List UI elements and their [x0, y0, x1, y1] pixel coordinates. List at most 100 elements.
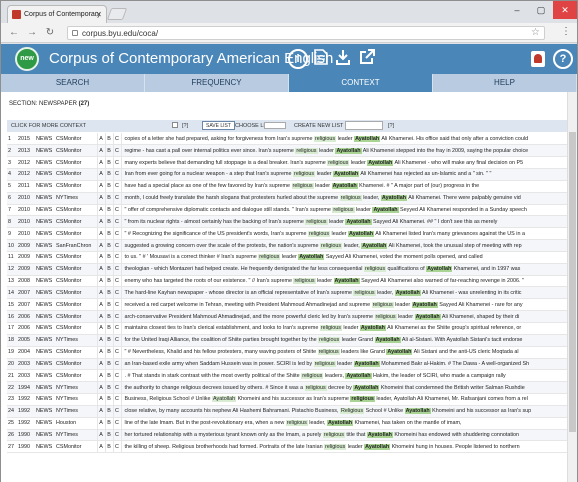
row-link-c[interactable]: C — [112, 429, 121, 442]
row-link-c[interactable]: C — [112, 381, 121, 395]
row-source[interactable]: NYTimes — [55, 429, 97, 442]
reload-icon[interactable]: ↻ — [43, 26, 57, 40]
row-source[interactable]: CSMonitor — [55, 251, 97, 264]
row-source[interactable]: Houston — [55, 417, 97, 430]
row-source[interactable]: CSMonitor — [55, 263, 97, 276]
scrollbar-thumb[interactable] — [569, 132, 576, 432]
row-link-c[interactable]: C — [112, 393, 121, 406]
row-link-a[interactable]: A — [96, 239, 105, 252]
row-context[interactable]: " # Nevertheless, Khalid and his fellow … — [120, 346, 567, 359]
row-source[interactable]: NYTimes — [55, 381, 97, 395]
row-link-a[interactable]: A — [96, 298, 105, 312]
row-link-a[interactable]: A — [96, 381, 105, 395]
row-link-a[interactable]: A — [96, 346, 105, 359]
select-all-checkbox[interactable] — [172, 122, 178, 128]
tab-help[interactable]: HELP — [433, 74, 577, 92]
row-source[interactable]: NYTimes — [55, 393, 97, 406]
row-link-c[interactable]: C — [112, 192, 121, 205]
row-link-a[interactable]: A — [96, 286, 105, 300]
row-link-b[interactable]: B — [104, 227, 113, 241]
row-link-b[interactable]: B — [104, 239, 113, 252]
maximize-button[interactable]: ▢ — [529, 1, 553, 19]
row-link-b[interactable]: B — [104, 322, 113, 335]
row-link-a[interactable]: A — [96, 334, 105, 347]
row-context[interactable]: month, I could freely translate the hars… — [120, 192, 567, 205]
row-source[interactable]: CSMonitor — [55, 310, 97, 323]
row-context[interactable]: received a red carpet welcome in Tehran,… — [120, 298, 567, 312]
save-list-button[interactable]: SAVE LIST — [202, 121, 235, 130]
row-link-a[interactable]: A — [96, 144, 105, 158]
tab-search[interactable]: SEARCH — [1, 74, 145, 92]
row-context[interactable]: to us. " # ' Mousavi is a correct thinke… — [120, 251, 567, 264]
row-link-a[interactable]: A — [96, 251, 105, 264]
row-link-b[interactable]: B — [104, 358, 113, 371]
row-link-b[interactable]: B — [104, 192, 113, 205]
user-icon[interactable] — [531, 51, 545, 67]
row-link-a[interactable]: A — [96, 263, 105, 276]
row-link-b[interactable]: B — [104, 180, 113, 193]
row-context[interactable]: line of the late Imam. But in the post-r… — [120, 417, 567, 430]
row-link-b[interactable]: B — [104, 346, 113, 359]
row-context[interactable]: arch-conservative President Mahmoud Ahma… — [120, 310, 567, 323]
row-link-a[interactable]: A — [96, 358, 105, 371]
row-link-c[interactable]: C — [112, 263, 121, 276]
row-context[interactable]: the authority to change religious decree… — [120, 381, 567, 395]
tab-frequency[interactable]: FREQUENCY — [145, 74, 289, 92]
new-list-input[interactable] — [345, 121, 383, 130]
row-source[interactable]: CSMonitor — [55, 369, 97, 383]
row-link-b[interactable]: B — [104, 381, 113, 395]
row-source[interactable]: CSMonitor — [55, 156, 97, 170]
row-source[interactable]: CSMonitor — [55, 144, 97, 158]
row-context[interactable]: close relative, by many accounts his nep… — [120, 405, 567, 418]
list-help-link[interactable]: [?] — [388, 123, 394, 129]
row-link-c[interactable]: C — [112, 156, 121, 170]
info-icon[interactable]: i — [288, 49, 308, 69]
row-context[interactable]: Business, Religious School # Unlike Ayat… — [120, 393, 567, 406]
address-bar[interactable]: corpus.byu.edu/coca/ ☆ — [67, 26, 545, 40]
row-link-c[interactable]: C — [112, 358, 121, 371]
row-source[interactable]: CSMonitor — [55, 275, 97, 288]
help-icon[interactable]: ? — [553, 49, 573, 69]
download-icon[interactable] — [333, 49, 353, 69]
row-context[interactable]: an Iran-based exile army when Saddam Hus… — [120, 358, 567, 371]
row-context[interactable]: enemy who has targeted the roots of our … — [120, 275, 567, 288]
row-link-c[interactable]: C — [112, 204, 121, 217]
row-source[interactable]: NYTimes — [55, 405, 97, 418]
document-icon[interactable] — [311, 49, 331, 69]
row-link-b[interactable]: B — [104, 286, 113, 300]
row-source[interactable]: CSMonitor — [55, 440, 97, 454]
row-link-a[interactable]: A — [96, 405, 105, 418]
row-source[interactable]: SanFranChron — [55, 239, 97, 252]
row-context[interactable]: for the United Iraqi Alliance, the coali… — [120, 334, 567, 347]
row-context[interactable]: have had a special place as one of the f… — [120, 180, 567, 193]
row-link-c[interactable]: C — [112, 298, 121, 312]
row-link-a[interactable]: A — [96, 440, 105, 454]
row-source[interactable]: NYTimes — [55, 192, 97, 205]
row-link-a[interactable]: A — [96, 133, 105, 146]
row-context[interactable]: regime - has cast a pall over internal p… — [120, 144, 567, 158]
browser-tab[interactable]: Corpus of Contemporary ✕ — [7, 5, 107, 23]
row-link-a[interactable]: A — [96, 369, 105, 383]
row-context[interactable]: theologian - which Montazeri had helped … — [120, 263, 567, 276]
row-source[interactable]: CSMonitor — [55, 204, 97, 217]
row-link-a[interactable]: A — [96, 168, 105, 181]
row-source[interactable]: CSMonitor — [55, 227, 97, 241]
new-tab-button[interactable] — [106, 8, 128, 20]
row-context[interactable]: many experts believe that demanding full… — [120, 156, 567, 170]
row-link-a[interactable]: A — [96, 156, 105, 170]
row-link-c[interactable]: C — [112, 440, 121, 454]
row-link-c[interactable]: C — [112, 334, 121, 347]
row-link-c[interactable]: C — [112, 405, 121, 418]
row-link-b[interactable]: B — [104, 310, 113, 323]
row-link-c[interactable]: C — [112, 215, 121, 229]
row-link-b[interactable]: B — [104, 275, 113, 288]
bookmark-star-icon[interactable]: ☆ — [531, 26, 540, 39]
forward-arrow-icon[interactable]: → — [25, 26, 39, 40]
row-context[interactable]: Iran from ever going for a nuclear weapo… — [120, 168, 567, 181]
row-source[interactable]: CSMonitor — [55, 215, 97, 229]
row-link-b[interactable]: B — [104, 393, 113, 406]
row-context[interactable]: " # Recognizing the significance of the … — [120, 227, 567, 241]
checkbox-help-link[interactable]: [?] — [182, 123, 188, 129]
row-link-b[interactable]: B — [104, 405, 113, 418]
close-window-button[interactable]: ✕ — [553, 1, 577, 19]
